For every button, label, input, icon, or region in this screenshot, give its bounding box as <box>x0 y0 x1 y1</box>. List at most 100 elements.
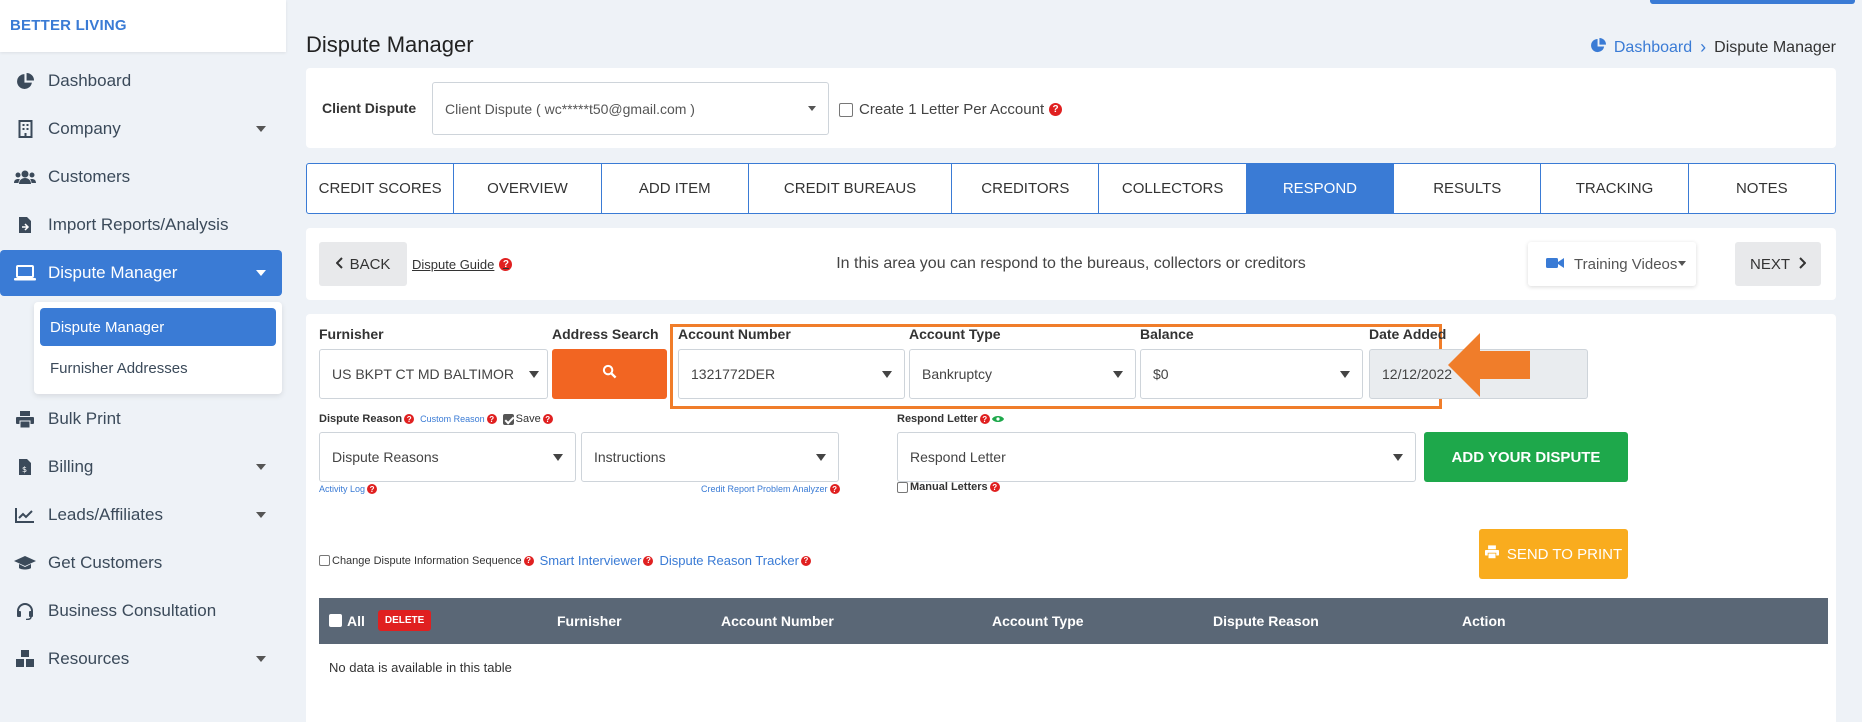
account-number-select[interactable]: 1321772DER <box>678 349 905 399</box>
help-icon[interactable]: ? <box>989 482 1000 492</box>
manual-letters-option[interactable]: Manual Letters ? <box>897 481 1000 493</box>
sidebar-item-get-customers[interactable]: Get Customers <box>0 540 282 586</box>
help-icon[interactable]: ? <box>523 555 534 566</box>
chevron-down-icon <box>882 371 892 378</box>
printer-icon <box>14 408 36 430</box>
help-icon[interactable]: ? <box>542 414 553 424</box>
video-camera-icon <box>1546 256 1564 273</box>
account-number-label: Account Number <box>678 326 791 342</box>
column-header-action: Action <box>1462 613 1506 629</box>
help-icon[interactable]: ? <box>800 555 811 566</box>
help-icon[interactable]: ? <box>499 258 513 271</box>
account-type-value: Bankruptcy <box>922 366 993 382</box>
account-type-label: Account Type <box>909 326 1001 342</box>
tab-tracking[interactable]: TRACKING <box>1541 164 1689 213</box>
create-letter-checkbox[interactable] <box>839 102 853 117</box>
sidebar-item-leads-affiliates[interactable]: Leads/Affiliates <box>0 492 282 538</box>
change-sequence-option: Change Dispute Information Sequence ? Sm… <box>319 553 811 568</box>
dispute-guide-link[interactable]: Dispute Guide ? <box>412 257 513 272</box>
column-header-account-number[interactable]: Account Number <box>721 613 834 629</box>
account-number-value: 1321772DER <box>691 366 776 382</box>
sidebar-item-business-consultation[interactable]: Business Consultation <box>0 588 282 634</box>
activity-log-link[interactable]: Activity Log ? <box>319 484 378 494</box>
column-header-dispute-reason[interactable]: Dispute Reason <box>1213 613 1319 629</box>
brand-logo[interactable]: BETTER LIVING <box>0 0 286 52</box>
tab-creditors[interactable]: CREDITORS <box>952 164 1100 213</box>
help-icon[interactable]: ? <box>1049 103 1063 116</box>
eye-icon[interactable] <box>991 415 1004 423</box>
dispute-reason-tracker-link[interactable]: Dispute Reason Tracker? <box>659 553 811 568</box>
date-added-label: Date Added <box>1369 326 1447 342</box>
problem-analyzer-link[interactable]: Credit Report Problem Analyzer ? <box>701 484 840 494</box>
help-icon[interactable]: ? <box>367 484 378 494</box>
submenu-item-dispute-manager[interactable]: Dispute Manager <box>40 308 276 346</box>
column-header-account-type[interactable]: Account Type <box>992 613 1084 629</box>
client-dispute-select[interactable]: Client Dispute ( wc*****t50@gmail.com ) <box>432 82 829 135</box>
help-icon[interactable]: ? <box>979 414 990 424</box>
tab-results[interactable]: RESULTS <box>1394 164 1542 213</box>
add-your-dispute-button[interactable]: ADD YOUR DISPUTE <box>1424 432 1628 482</box>
save-checkbox[interactable] <box>502 413 514 425</box>
balance-select[interactable]: $0 <box>1140 349 1363 399</box>
smart-interviewer-label: Smart Interviewer <box>539 553 642 568</box>
sidebar-item-import-reports[interactable]: Import Reports/Analysis <box>0 202 282 248</box>
submenu-item-furnisher-addresses[interactable]: Furnisher Addresses <box>40 349 276 387</box>
page-title: Dispute Manager <box>306 32 474 57</box>
furnisher-select[interactable]: US BKPT CT MD BALTIMOR <box>319 349 548 399</box>
chevron-down-icon <box>256 126 266 132</box>
tab-add-item[interactable]: ADD ITEM <box>602 164 749 213</box>
sidebar-item-dashboard[interactable]: Dashboard <box>0 58 282 104</box>
next-button-label: NEXT <box>1749 255 1790 273</box>
sidebar-item-billing[interactable]: $ Billing <box>0 444 282 490</box>
chevron-down-icon <box>256 270 266 276</box>
select-all-checkbox[interactable] <box>329 614 342 627</box>
address-search-button[interactable] <box>552 349 667 399</box>
manual-letters-checkbox[interactable] <box>897 481 908 493</box>
instructions-select[interactable]: Instructions <box>581 432 839 482</box>
balance-label: Balance <box>1140 326 1194 342</box>
printer-icon <box>1484 545 1499 563</box>
delete-button[interactable]: DELETE <box>377 610 432 631</box>
respond-letter-select[interactable]: Respond Letter <box>897 432 1416 482</box>
tab-overview[interactable]: OVERVIEW <box>454 164 602 213</box>
top-right-button[interactable] <box>1650 0 1855 4</box>
invoice-icon: $ <box>14 456 36 478</box>
tab-credit-bureaus[interactable]: CREDIT BUREAUS <box>749 164 953 213</box>
create-letter-per-account[interactable]: Create 1 Letter Per Account ? <box>839 101 1063 118</box>
column-header-furnisher[interactable]: Furnisher <box>557 613 622 629</box>
sidebar-item-label: Billing <box>48 457 94 476</box>
breadcrumb-home-link[interactable]: Dashboard <box>1614 39 1692 57</box>
sidebar-item-dispute-manager[interactable]: Dispute Manager <box>0 250 282 296</box>
help-icon[interactable]: ? <box>404 414 415 424</box>
help-icon[interactable]: ? <box>643 555 654 566</box>
tab-collectors[interactable]: COLLECTORS <box>1099 164 1247 213</box>
sidebar-item-company[interactable]: Company <box>0 106 282 152</box>
chevron-down-icon <box>1678 261 1686 266</box>
next-button[interactable]: NEXT <box>1735 242 1821 286</box>
save-label: Save <box>515 413 541 425</box>
tab-credit-scores[interactable]: CREDIT SCORES <box>307 164 455 213</box>
sidebar-item-bulk-print[interactable]: Bulk Print <box>0 396 282 442</box>
sidebar-item-resources[interactable]: Resources <box>0 636 282 682</box>
furnisher-label: Furnisher <box>319 326 384 342</box>
training-videos-dropdown[interactable]: Training Videos <box>1528 242 1696 286</box>
step-navigation-card: In this area you can respond to the bure… <box>306 228 1836 300</box>
dashboard-pie-icon <box>14 70 36 92</box>
back-button[interactable]: BACK <box>319 242 407 286</box>
help-icon[interactable]: ? <box>829 484 840 494</box>
account-type-select[interactable]: Bankruptcy <box>909 349 1136 399</box>
sidebar-item-label: Dispute Manager <box>48 263 178 282</box>
send-to-print-button[interactable]: SEND TO PRINT <box>1479 529 1628 579</box>
change-sequence-checkbox[interactable] <box>319 555 330 566</box>
custom-reason-link[interactable]: Custom Reason <box>420 414 485 424</box>
chevron-right-icon <box>1798 256 1807 273</box>
submenu-item-label: Dispute Manager <box>50 318 165 336</box>
dispute-reasons-select[interactable]: Dispute Reasons <box>319 432 576 482</box>
tab-respond[interactable]: RESPOND <box>1246 164 1395 213</box>
tab-notes[interactable]: NOTES <box>1689 164 1835 213</box>
help-icon[interactable]: ? <box>486 414 497 424</box>
respond-letter-label: Respond Letter <box>897 413 978 425</box>
smart-interviewer-link[interactable]: Smart Interviewer? <box>540 553 654 568</box>
sidebar-item-customers[interactable]: Customers <box>0 154 282 200</box>
select-all-group: All DELETE <box>329 610 432 631</box>
